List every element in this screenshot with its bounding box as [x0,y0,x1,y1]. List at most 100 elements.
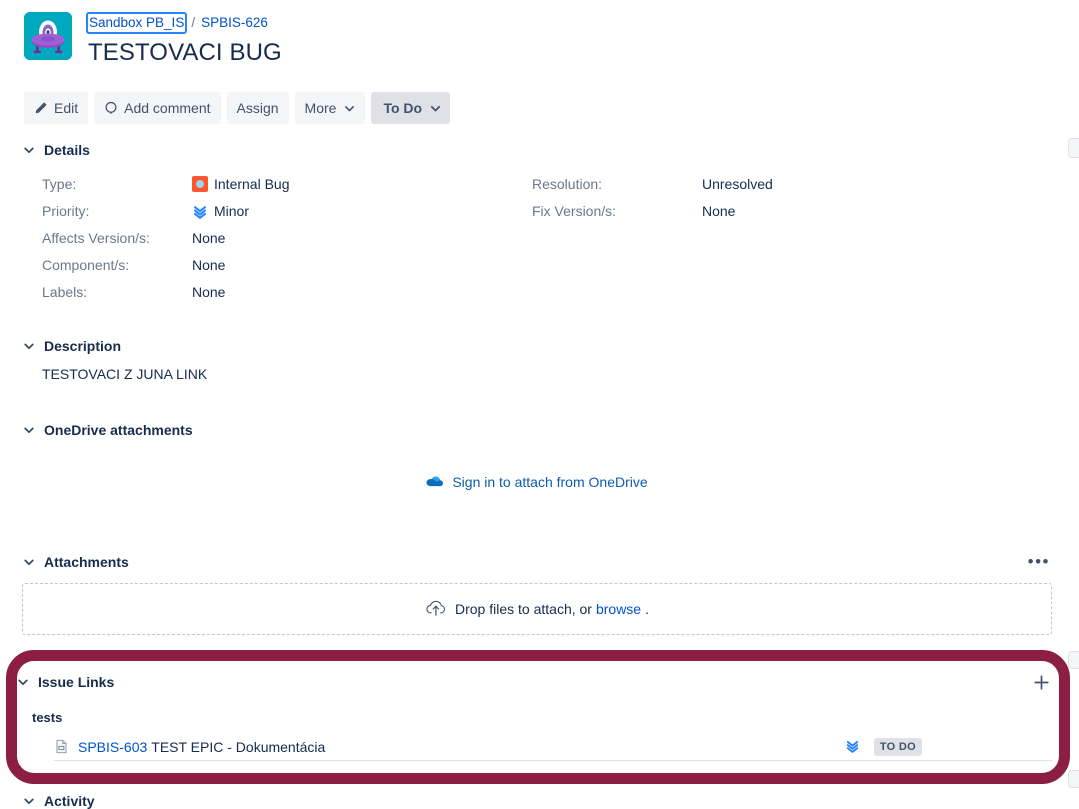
detail-value-labels: None [192,283,226,300]
onedrive-attachments-section: OneDrive attachments Sign in to attach f… [22,422,1052,490]
detail-row-resolution: Resolution: Unresolved [532,170,1012,197]
minor-priority-icon [845,738,860,756]
minor-priority-icon [192,203,208,219]
page-title: TESTOVACI BUG [88,39,282,66]
breadcrumb-issue-link[interactable]: SPBIS-626 [201,14,268,32]
description-body: TESTOVACI Z JUNA LINK [42,366,208,382]
activity-section-header: Activity [22,793,1052,809]
issue-links-section-header: Issue Links [16,671,1052,693]
edit-button[interactable]: Edit [24,92,89,124]
details-section: Details Type: Internal Bug Priority: Min… [22,142,1052,305]
activity-section: Activity [22,793,1052,809]
detail-value-type: Internal Bug [192,175,290,192]
epic-issue-icon [54,739,70,754]
edit-button-label: Edit [54,100,79,116]
detail-row-type: Type: Internal Bug [22,170,532,197]
detail-label-type: Type: [42,175,77,192]
header-row: Sandbox PB_IS / SPBIS-626 TESTOVACI BUG [24,12,1079,68]
detail-value-resolution: Unresolved [702,175,773,192]
collapse-chevron-icon[interactable] [22,423,36,437]
detail-label-priority: Priority: [42,202,90,219]
onedrive-cloud-icon [426,474,444,490]
upload-cloud-icon [425,598,447,621]
project-avatar[interactable] [24,12,72,60]
details-section-header: Details [22,142,1052,158]
status-badge: TO DO [873,737,922,756]
issue-links-heading: Issue Links [38,674,115,690]
attachment-dropzone[interactable]: Drop files to attach, or browse. [22,583,1052,635]
issue-links-section: Issue Links tests SPBIS-603 TEST EPIC - … [16,671,1052,761]
more-button-label: More [304,100,337,116]
dropzone-text: Drop files to attach, or [455,601,592,617]
detail-label-affects-version: Affects Version/s: [42,229,150,246]
detail-row-affects-version: Affects Version/s: None [22,224,532,251]
status-dropdown-label: To Do [383,100,423,116]
collapse-chevron-icon[interactable] [22,794,36,808]
edge-floating-chip[interactable] [1068,651,1079,669]
add-comment-button[interactable]: Add comment [94,92,221,124]
assign-button-label: Assign [236,100,279,116]
comment-icon [104,101,118,115]
attachments-more-menu-button[interactable]: ••• [1026,553,1052,571]
detail-row-components: Component/s: None [22,251,532,278]
details-right-column: Resolution: Unresolved Fix Version/s: No… [532,170,1012,305]
detail-value-components: None [192,256,226,273]
description-section-header: Description [22,338,1052,354]
assign-button[interactable]: Assign [226,92,289,124]
detail-row-fix-version: Fix Version/s: None [532,197,1012,224]
more-button[interactable]: More [294,92,366,124]
collapse-chevron-icon[interactable] [22,339,36,353]
attachments-section-header: Attachments ••• [22,553,1052,571]
onedrive-signin-link[interactable]: Sign in to attach from OneDrive [426,474,648,490]
detail-value-affects-version: None [192,229,226,246]
onedrive-section-header: OneDrive attachments [22,422,1052,438]
issue-link-key[interactable]: SPBIS-603 [78,739,147,755]
details-grid: Type: Internal Bug Priority: Minor Affec… [22,170,1052,305]
breadcrumb-project-link[interactable]: Sandbox PB_IS [85,12,188,34]
edge-floating-chip[interactable] [1068,138,1079,158]
issue-link-row: SPBIS-603 TEST EPIC - Dokumentácia TO DO [54,733,1052,761]
issue-links-heading-group: Issue Links [16,674,114,690]
collapse-chevron-icon[interactable] [22,555,36,569]
detail-value-priority-text: Minor [214,202,250,219]
ufo-avatar-icon [24,12,72,60]
details-heading: Details [44,142,90,158]
detail-value-priority: Minor [192,203,249,219]
browse-link[interactable]: browse [596,601,641,617]
detail-label-resolution: Resolution: [532,175,603,192]
edge-floating-chip[interactable] [1068,770,1079,788]
header-text: Sandbox PB_IS / SPBIS-626 TESTOVACI BUG [85,12,282,68]
detail-label-components: Component/s: [42,256,130,273]
detail-row-labels: Labels: None [22,278,532,305]
chevron-down-icon [344,103,355,114]
attachments-section: Attachments ••• Drop files to attach, or… [22,553,1052,635]
onedrive-body: Sign in to attach from OneDrive [22,474,1052,490]
issue-link-group-label: tests [32,710,63,725]
issue-link-summary: TEST EPIC - Dokumentácia [151,738,326,755]
detail-value-fix-version: None [702,202,736,219]
pencil-icon [34,101,48,115]
attachments-heading: Attachments [44,554,129,570]
detail-row-priority: Priority: Minor [22,197,532,224]
add-comment-button-label: Add comment [124,100,211,116]
details-left-column: Type: Internal Bug Priority: Minor Affec… [22,170,532,305]
activity-heading: Activity [44,793,95,809]
collapse-chevron-icon[interactable] [16,675,30,689]
issue-link-meta: TO DO [845,737,922,756]
detail-label-labels: Labels: [42,283,88,300]
onedrive-heading: OneDrive attachments [44,422,193,438]
breadcrumb-separator: / [191,15,196,30]
dropzone-period: . [645,601,649,617]
onedrive-signin-label: Sign in to attach from OneDrive [452,474,648,490]
detail-label-fix-version: Fix Version/s: [532,202,617,219]
status-dropdown-button[interactable]: To Do [371,92,451,124]
issue-header: Sandbox PB_IS / SPBIS-626 TESTOVACI BUG [0,0,1079,68]
internal-bug-icon [192,175,208,192]
detail-value-type-text: Internal Bug [214,175,290,192]
plus-icon [1033,674,1049,690]
collapse-chevron-icon[interactable] [22,143,36,157]
breadcrumb: Sandbox PB_IS / SPBIS-626 [85,12,282,34]
attachments-heading-group: Attachments [22,554,129,570]
description-heading: Description [44,338,122,354]
add-issue-link-button[interactable] [1030,671,1052,693]
